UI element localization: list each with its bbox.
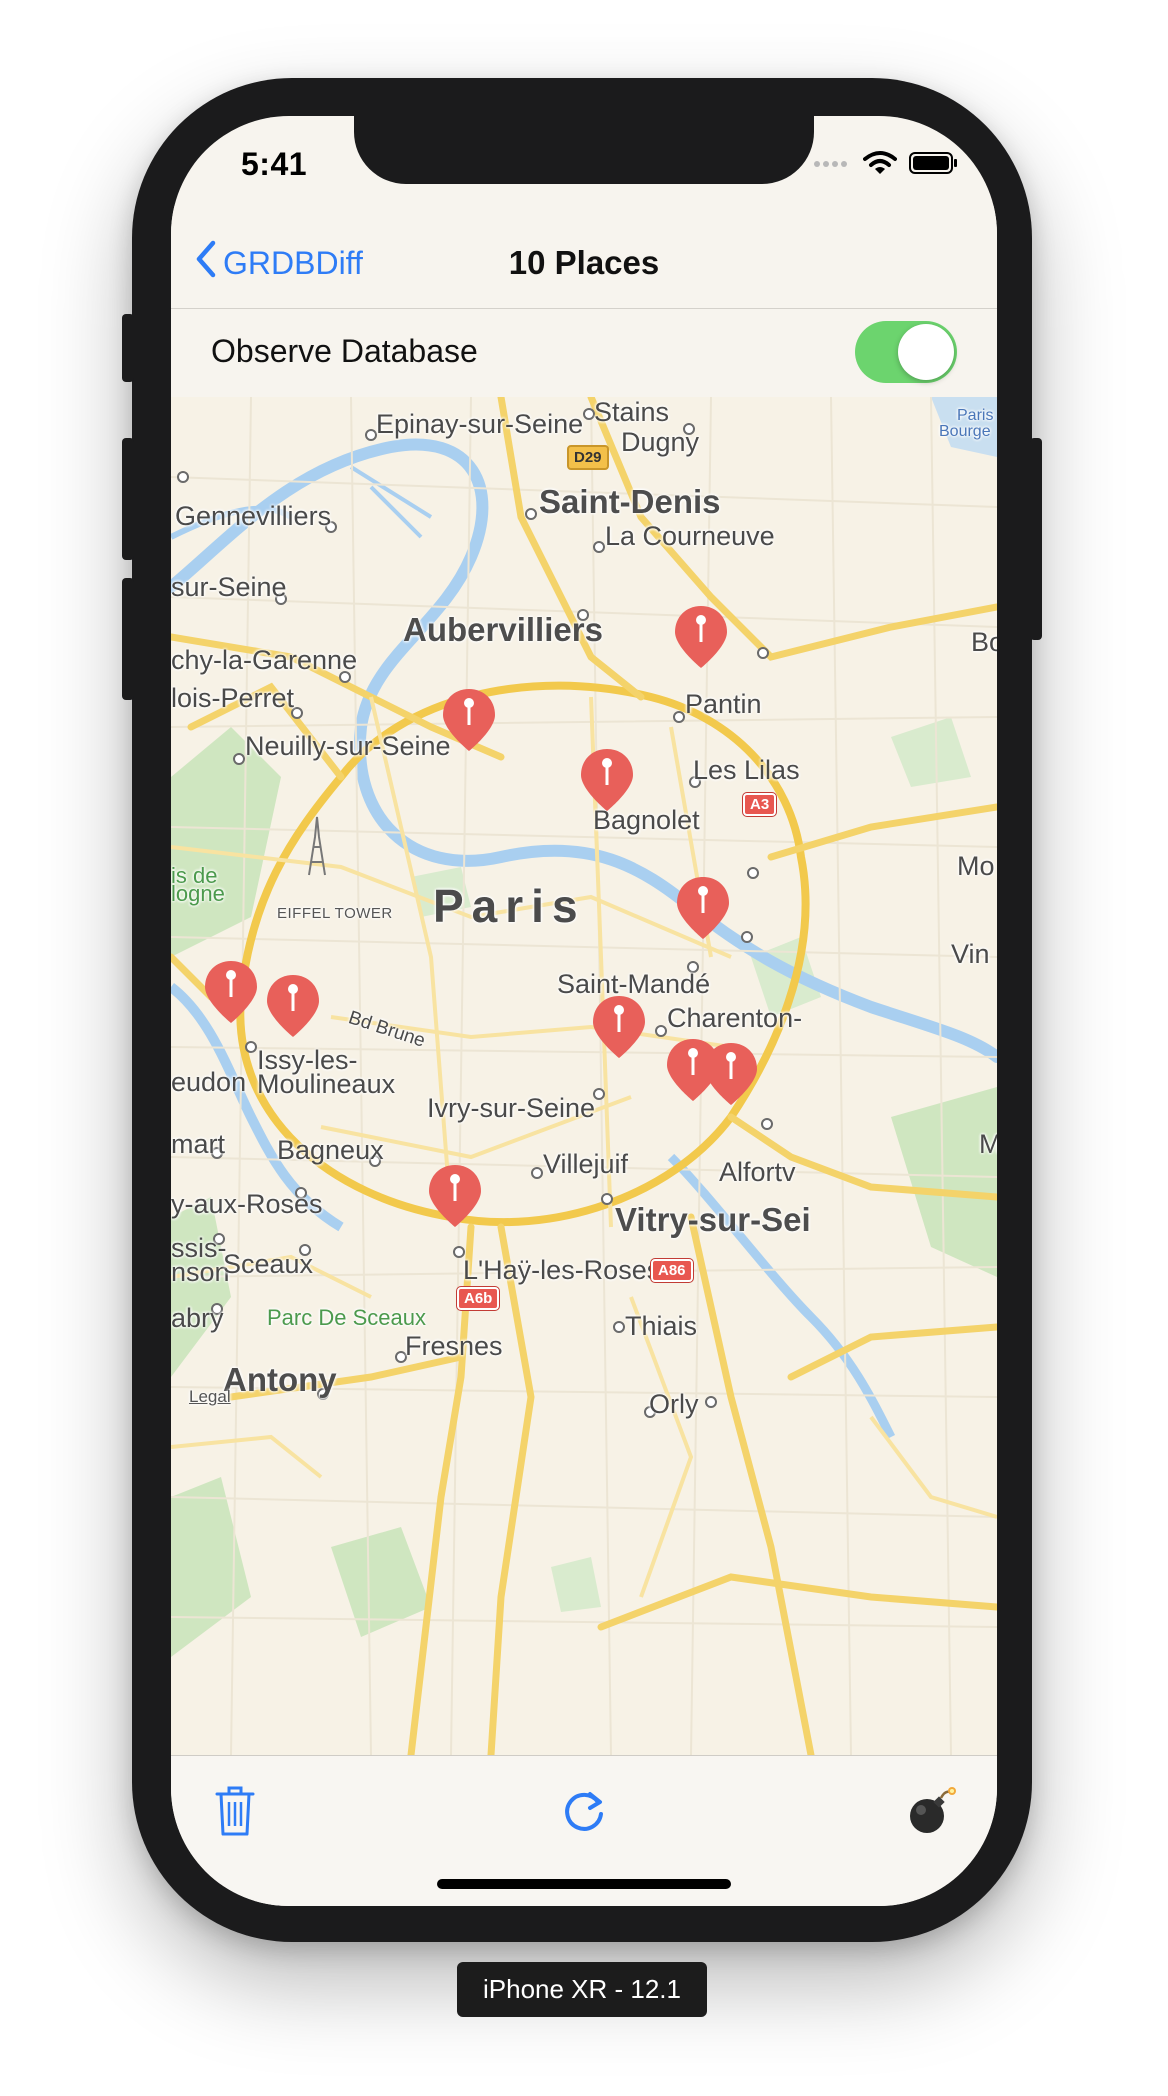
map-label-bourget: Bourge: [939, 423, 991, 440]
device-label: iPhone XR - 12.1: [457, 1962, 707, 2017]
road-badge-d29: D29: [567, 445, 609, 470]
map-label-epinay: Epinay-sur-Seine: [376, 409, 584, 439]
map-pin[interactable]: [675, 875, 731, 941]
map-label-bo: Bo: [971, 627, 997, 657]
map-label-sceaux-left-2: nson: [171, 1257, 230, 1287]
wifi-icon: [863, 150, 897, 181]
map-label-m: M: [979, 1129, 997, 1159]
mute-switch: [122, 314, 134, 382]
map-label-meudon: eudon: [171, 1067, 247, 1097]
status-time: 5:41: [241, 146, 308, 182]
signal-icon: [813, 156, 851, 175]
map-label-neuilly: Neuilly-sur-Seine: [245, 731, 451, 761]
page-title: 10 Places: [508, 244, 660, 281]
road-badge-a3: A3: [741, 792, 778, 817]
map-label-paris: Paris: [433, 880, 586, 932]
map-label-fontenay: y-aux-Roses: [171, 1189, 323, 1219]
map-label-orly: Orly: [649, 1389, 699, 1419]
home-indicator[interactable]: [437, 1879, 731, 1889]
screen: 5:41 GRDBDiff 10 Places Observe Database…: [171, 116, 997, 1906]
map-label-stains: Stains: [594, 397, 670, 427]
navigation-bar: GRDBDiff 10 Places: [171, 206, 997, 308]
map-label-antony: Antony: [223, 1361, 337, 1398]
map-view[interactable]: Epinay-sur-Seine Stains Dugny Paris Bour…: [171, 397, 997, 1755]
map-label-dugny: Dugny: [621, 427, 700, 457]
map-label-vin: Vin: [951, 939, 990, 969]
map-pin[interactable]: [441, 687, 497, 753]
map-label-gennevilliers: Gennevilliers: [175, 501, 332, 531]
map-label-vitry: Vitry-sur-Sei: [615, 1201, 811, 1238]
map-pin[interactable]: [673, 604, 729, 670]
map-label-saint-denis: Saint-Denis: [539, 483, 721, 520]
observe-database-label: Observe Database: [211, 333, 478, 369]
map-label-clamart: mart: [171, 1129, 225, 1159]
notch: [354, 116, 814, 184]
map-label-chy-la-garenne: chy-la-Garenne: [171, 645, 358, 675]
refresh-icon[interactable]: [554, 1780, 614, 1840]
map-pin[interactable]: [427, 1163, 483, 1229]
battery-icon: [909, 150, 959, 181]
bomb-icon[interactable]: [901, 1780, 961, 1840]
map-pin[interactable]: [591, 994, 647, 1060]
power-button: [1030, 438, 1042, 640]
map-pin[interactable]: [703, 1041, 759, 1107]
map-label-thiais: Thiais: [625, 1311, 698, 1341]
road-badge-a6b: A6b: [455, 1286, 501, 1311]
map-label-villejuif: Villejuif: [543, 1149, 629, 1179]
map-label-les-lilas: Les Lilas: [693, 755, 800, 785]
map-label-issy-2: Moulineaux: [257, 1069, 396, 1099]
map-pin[interactable]: [265, 973, 321, 1039]
switch-knob: [898, 324, 954, 380]
map-label-chabry: abry: [171, 1303, 224, 1333]
road-badge-a86: A86: [650, 1258, 694, 1283]
map-legal-link[interactable]: Legal: [189, 1387, 231, 1407]
map-label-ivry: Ivry-sur-Seine: [427, 1093, 596, 1123]
map-label-fresnes: Fresnes: [405, 1331, 503, 1361]
map-label-parc-de-sceaux: Parc De Sceaux: [267, 1305, 426, 1330]
map-label-bagneux: Bagneux: [277, 1135, 384, 1165]
map-label-sur-seine: sur-Seine: [171, 572, 287, 602]
map-label-sceaux: Sceaux: [223, 1249, 314, 1279]
map-label-alfortville: Alfortv: [719, 1157, 796, 1187]
map-label-boulogne: logne: [171, 881, 225, 906]
map-label-mo: Mo: [957, 851, 995, 881]
map-label-charenton: Charenton-: [667, 1003, 803, 1033]
map-label-la-courneuve: La Courneuve: [605, 521, 775, 551]
map-label-lhay: L'Haÿ-les-Roses: [463, 1255, 661, 1285]
map-label-pantin: Pantin: [685, 689, 762, 719]
map-pin[interactable]: [579, 747, 635, 813]
map-label-eiffel-tower: EIFFEL TOWER: [277, 905, 393, 922]
map-label-lois-perret: lois-Perret: [171, 683, 295, 713]
trash-icon[interactable]: [205, 1780, 265, 1840]
volume-up-button: [122, 438, 134, 560]
map-pin[interactable]: [203, 959, 259, 1025]
observe-database-row: Observe Database: [171, 308, 997, 398]
status-icons: [813, 150, 959, 180]
volume-down-button: [122, 578, 134, 700]
observe-database-switch[interactable]: [855, 321, 957, 383]
map-label-aubervilliers: Aubervilliers: [403, 611, 603, 648]
